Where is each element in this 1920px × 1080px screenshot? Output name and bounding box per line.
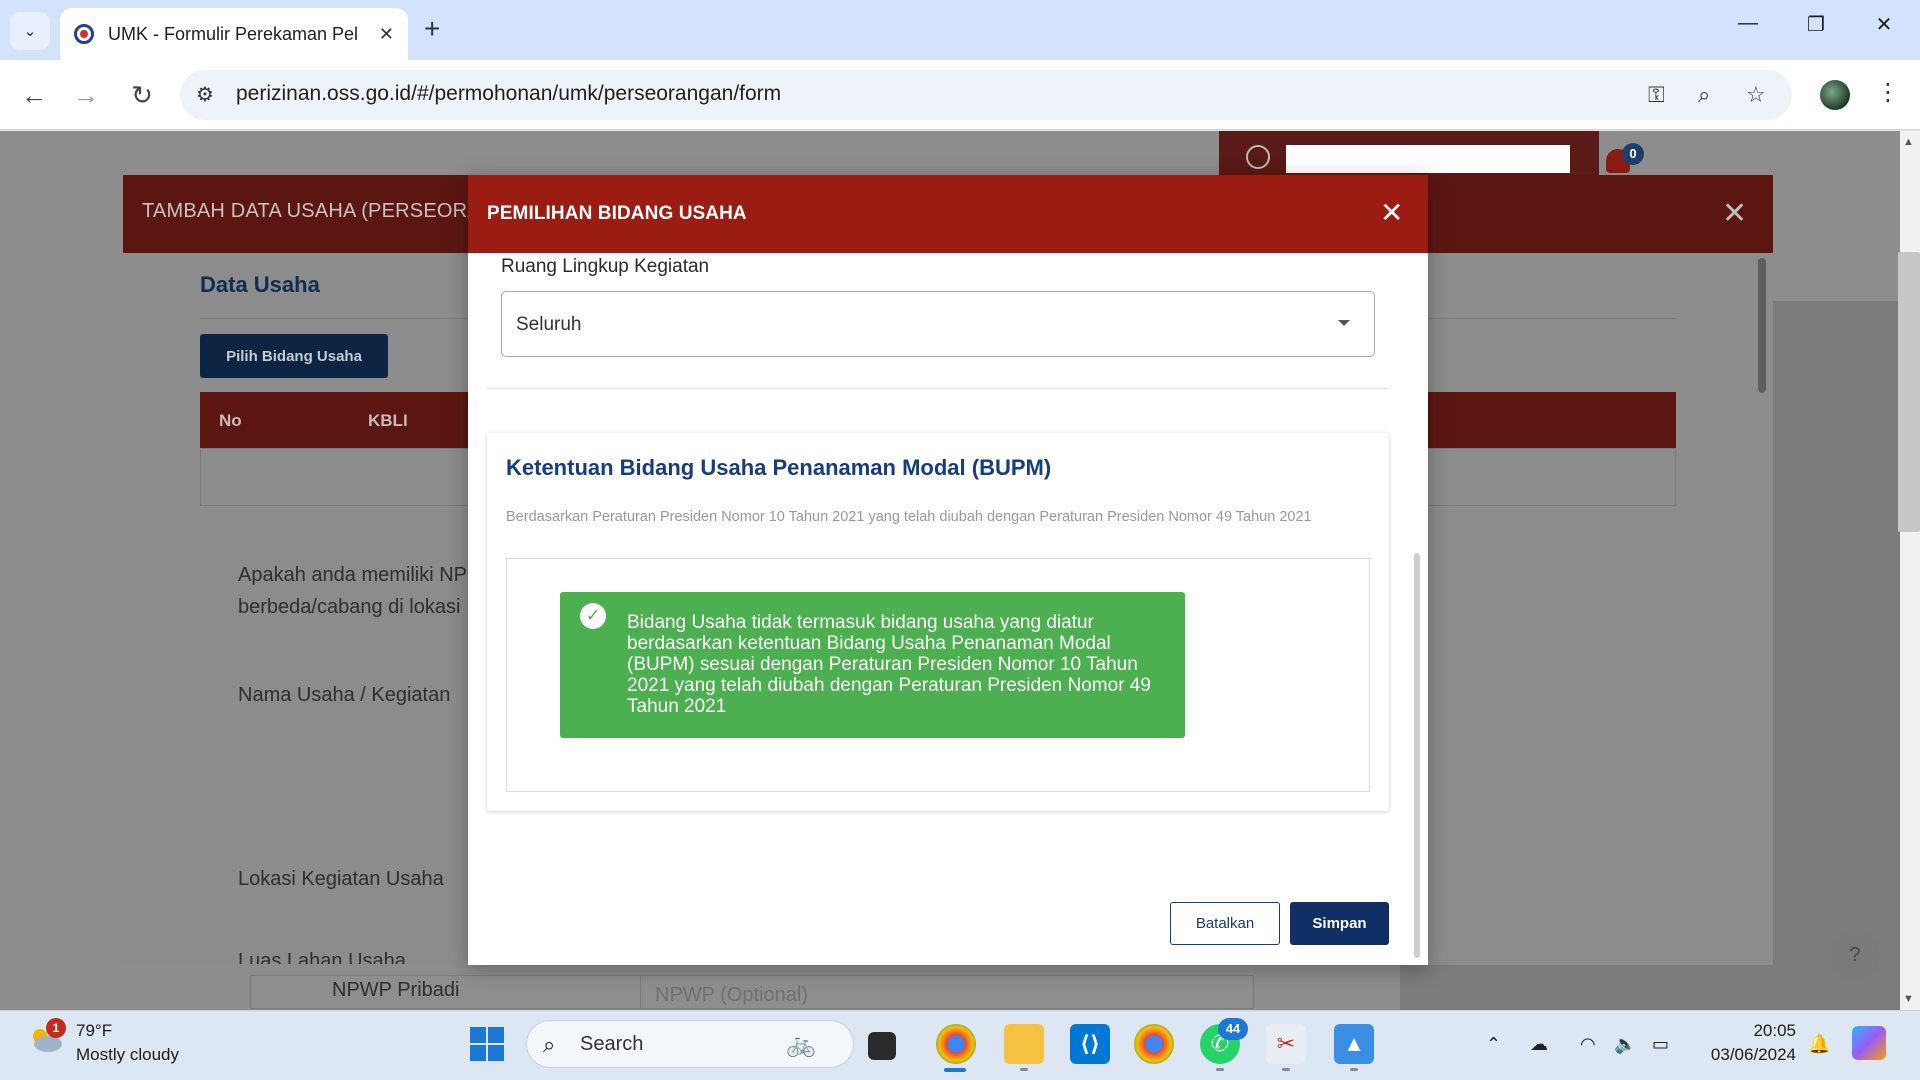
minimize-button[interactable]: — — [1728, 12, 1768, 35]
chrome-profile-icon[interactable] — [1134, 1024, 1174, 1064]
tab-close-button[interactable]: ✕ — [379, 24, 394, 45]
npwp-question-line1: Apakah anda memiliki NP — [238, 564, 467, 586]
page-header-input[interactable] — [1286, 145, 1570, 173]
modal-close-icon[interactable]: ✕ — [1380, 196, 1403, 229]
app-indicator — [1282, 1068, 1290, 1071]
tab-search-button[interactable]: ⌄ — [10, 12, 50, 50]
volume-icon[interactable]: 🔈 — [1614, 1034, 1636, 1055]
active-app-indicator — [944, 1068, 966, 1072]
task-view-icon[interactable] — [868, 1032, 896, 1060]
dropdown-caret-icon[interactable] — [1338, 320, 1350, 326]
photos-icon[interactable]: ▲ — [1334, 1024, 1374, 1064]
modal-divider — [487, 388, 1389, 389]
user-icon[interactable] — [1246, 145, 1270, 169]
background-modal-close-icon[interactable]: ✕ — [1722, 196, 1747, 231]
wifi-icon[interactable]: ◠ — [1580, 1034, 1596, 1055]
tab-title: UMK - Formulir Perekaman Pelaku Usaha — [108, 23, 358, 44]
scroll-down-arrow-icon[interactable]: ▼ — [1903, 993, 1914, 1005]
taskbar-search-text[interactable]: Search — [580, 1033, 643, 1056]
app-indicator — [1350, 1068, 1358, 1071]
cancel-button[interactable]: Batalkan — [1170, 902, 1280, 945]
app-indicator — [1020, 1068, 1028, 1071]
whatsapp-badge: 44 — [1218, 1018, 1248, 1040]
ruang-lingkup-label: Ruang Lingkup Kegiatan — [501, 256, 710, 277]
success-alert-text: Bidang Usaha tidak termasuk bidang usaha… — [627, 612, 1151, 717]
reload-button[interactable]: ↻ — [124, 80, 160, 110]
table-header-kbli: KBLI — [368, 411, 408, 430]
check-circle-icon: ✓ — [580, 603, 606, 629]
scroll-up-arrow-icon[interactable]: ▲ — [1903, 136, 1914, 148]
bupm-card-description: Berdasarkan Peraturan Presiden Nomor 10 … — [506, 509, 1312, 525]
luas-lahan-label: Luas Lahan Usaha — [238, 950, 406, 964]
bupm-card-title: Ketentuan Bidang Usaha Penanaman Modal (… — [506, 455, 1052, 480]
help-icon[interactable]: ? — [1830, 930, 1880, 980]
site-info-icon[interactable]: ⚙ — [196, 82, 214, 107]
page-scrollbar-thumb[interactable] — [1898, 252, 1920, 532]
notification-badge: 0 — [1622, 143, 1644, 165]
weather-temperature[interactable]: 79°F — [76, 1021, 112, 1041]
copilot-icon[interactable] — [1852, 1026, 1886, 1060]
onedrive-cloud-icon[interactable]: ☁ — [1530, 1034, 1548, 1055]
close-window-button[interactable]: ✕ — [1864, 12, 1904, 37]
search-icon: ⌕ — [543, 1032, 556, 1057]
npwp-label: NPWP Pribadi — [332, 979, 460, 1001]
background-modal-scrollbar[interactable] — [1758, 258, 1766, 393]
npwp-placeholder: NPWP (Optional) — [655, 984, 809, 1006]
browser-menu-icon[interactable]: ⋮ — [1876, 78, 1900, 107]
nama-usaha-label: Nama Usaha / Kegiatan — [238, 684, 451, 706]
vscode-icon[interactable]: ⟨⟩ — [1070, 1024, 1110, 1064]
zoom-icon[interactable]: ⌕ — [1698, 82, 1710, 108]
profile-avatar[interactable] — [1820, 80, 1850, 110]
modal-title: PEMILIHAN BIDANG USAHA — [487, 203, 747, 224]
save-button[interactable]: Simpan — [1290, 902, 1389, 945]
restore-button[interactable]: ❐ — [1796, 12, 1836, 37]
ruang-lingkup-select[interactable] — [501, 291, 1375, 357]
modal-scrollbar[interactable] — [1414, 553, 1420, 958]
battery-icon[interactable]: ▭ — [1652, 1034, 1669, 1055]
show-hidden-icons[interactable]: ⌃ — [1486, 1034, 1501, 1055]
windows-start-icon[interactable] — [470, 1027, 504, 1061]
favicon-icon — [74, 24, 94, 44]
table-header-no: No — [219, 411, 242, 430]
section-title: Data Usaha — [200, 272, 320, 297]
forward-button[interactable]: → — [68, 80, 104, 110]
snipping-tool-icon[interactable]: ✂ — [1266, 1024, 1306, 1064]
file-explorer-icon[interactable] — [1004, 1024, 1044, 1064]
app-indicator — [1216, 1068, 1224, 1071]
chrome-icon[interactable] — [936, 1024, 976, 1064]
weather-badge: 1 — [46, 1018, 66, 1038]
notification-bell-icon[interactable]: 🔔 — [1808, 1034, 1830, 1055]
url-text[interactable]: perizinan.oss.go.id/#/permohonan/umk/per… — [236, 82, 781, 106]
password-key-icon[interactable]: ⚿ — [1648, 82, 1665, 108]
pilih-bidang-usaha-button[interactable]: Pilih Bidang Usaha — [200, 334, 388, 378]
weather-description[interactable]: Mostly cloudy — [76, 1045, 179, 1065]
bicycle-icon: 🚲 — [786, 1031, 816, 1058]
new-tab-button[interactable]: + — [424, 14, 440, 44]
bookmark-star-icon[interactable]: ☆ — [1746, 82, 1766, 108]
back-button[interactable]: ← — [16, 80, 52, 110]
browser-tab[interactable]: UMK - Formulir Perekaman Pelaku Usaha ✕ — [60, 8, 408, 60]
clock-date[interactable]: 03/06/2024 — [1700, 1045, 1796, 1065]
npwp-question-line2: berbeda/cabang di lokasi — [238, 596, 461, 618]
clock-time[interactable]: 20:05 — [1752, 1021, 1796, 1041]
ruang-lingkup-value[interactable]: Seluruh — [516, 314, 582, 336]
lokasi-label: Lokasi Kegiatan Usaha — [238, 868, 444, 890]
